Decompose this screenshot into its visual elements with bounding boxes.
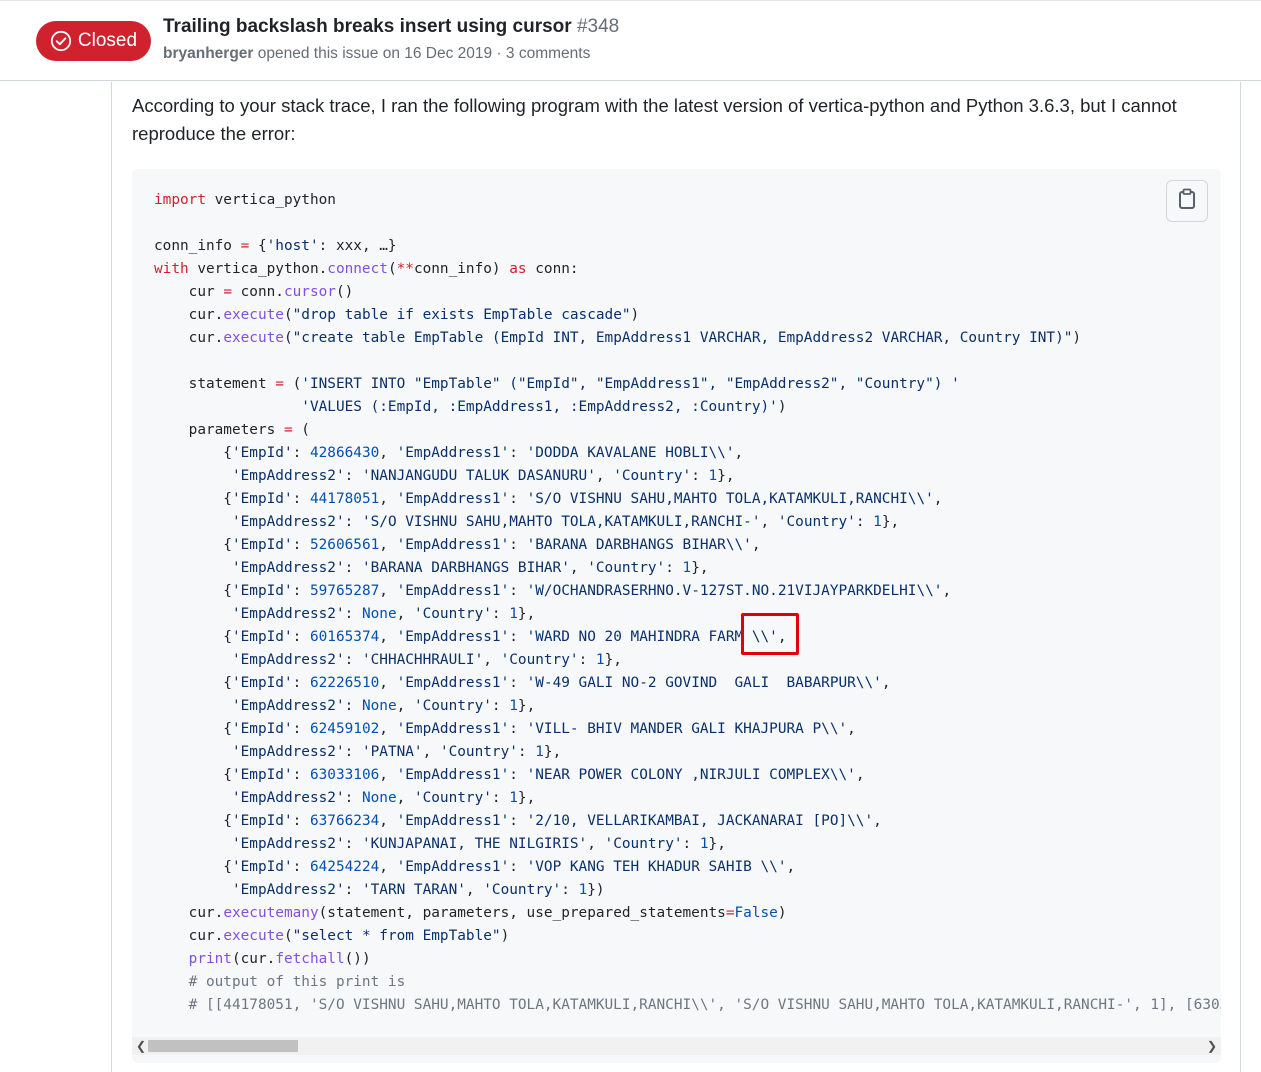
comment-body-text: According to your stack trace, I ran the… bbox=[132, 95, 1177, 144]
code-line: {'EmpId': 62459102, 'EmpAddress1': 'VILL… bbox=[154, 721, 856, 737]
code-line: 'EmpAddress2': 'CHHACHHRAULI', 'Country'… bbox=[231, 652, 622, 668]
code-line: {'EmpId': 64254224, 'EmpAddress1': 'VOP … bbox=[154, 859, 796, 875]
code-line: 'EmpAddress2': None, 'Country': 1}, bbox=[231, 698, 536, 714]
code-line: 'EmpAddress2': 'S/O VISHNU SAHU,MAHTO TO… bbox=[231, 514, 900, 530]
issue-state-label: Closed bbox=[77, 30, 138, 51]
code-line: import vertica_python bbox=[154, 192, 336, 208]
code-block: import vertica_python conn_info = {'host… bbox=[132, 169, 1221, 1063]
code-line: cur = conn.cursor() bbox=[154, 284, 354, 300]
code-line: 'EmpAddress2': 'NANJANGUDU TALUK DASANUR… bbox=[231, 468, 735, 484]
issue-title-row: Trailing backslash breaks insert using c… bbox=[163, 16, 619, 38]
code-line: 'EmpAddress2': 'TARN TARAN', 'Country': … bbox=[231, 882, 605, 898]
issue-meta: bryanherger opened this issue on 16 Dec … bbox=[163, 45, 590, 63]
code-line: with vertica_python.connect(**conn_info)… bbox=[154, 261, 579, 277]
code-line: 'EmpAddress2': None, 'Country': 1}, bbox=[231, 606, 536, 622]
code-scroll-area[interactable]: import vertica_python conn_info = {'host… bbox=[132, 169, 1221, 1039]
code-content: import vertica_python conn_info = {'host… bbox=[154, 189, 1221, 1017]
code-line: {'EmpId': 62226510, 'EmpAddress1': 'W-49… bbox=[154, 675, 891, 691]
code-line: 'EmpAddress2': 'BARANA DARBHANGS BIHAR',… bbox=[231, 560, 709, 576]
code-line: {'EmpId': 44178051, 'EmpAddress1': 'S/O … bbox=[154, 491, 943, 507]
code-line: cur.executemany(statement, parameters, u… bbox=[154, 905, 787, 921]
code-line: {'EmpId': 63766234, 'EmpAddress1': '2/10… bbox=[154, 813, 882, 829]
scroll-right-arrow-icon[interactable]: ❯ bbox=[1205, 1037, 1219, 1055]
scrollbar-thumb[interactable] bbox=[148, 1040, 298, 1052]
code-line: 'EmpAddress2': None, 'Country': 1}, bbox=[231, 790, 536, 806]
code-line: cur.execute("select * from EmpTable") bbox=[154, 928, 510, 944]
copy-code-button[interactable] bbox=[1166, 180, 1208, 222]
code-line: print(cur.fetchall()) bbox=[188, 951, 371, 967]
scroll-left-arrow-icon[interactable]: ❮ bbox=[134, 1037, 148, 1055]
issue-meta-text: opened this issue on 16 Dec 2019 · 3 com… bbox=[257, 45, 591, 62]
issue-number: #348 bbox=[576, 16, 620, 37]
issue-header: Closed Trailing backslash breaks insert … bbox=[0, 0, 1261, 81]
code-line: {'EmpId': 59765287, 'EmpAddress1': 'W/OC… bbox=[154, 583, 952, 599]
code-line: # output of this print is bbox=[154, 974, 406, 990]
code-line: 'EmpAddress2': 'KUNJAPANAI, THE NILGIRIS… bbox=[231, 836, 726, 852]
code-line: cur.execute("drop table if exists EmpTab… bbox=[154, 307, 640, 323]
code-line: {'EmpId': 52606561, 'EmpAddress1': 'BARA… bbox=[154, 537, 761, 553]
code-horizontal-scrollbar[interactable]: ❮ ❯ bbox=[132, 1037, 1221, 1055]
closed-circle-check-icon bbox=[50, 30, 72, 52]
issue-title: Trailing backslash breaks insert using c… bbox=[163, 16, 572, 37]
code-line: statement = ('INSERT INTO "EmpTable" ("E… bbox=[154, 376, 960, 392]
code-line: {'EmpId': 63033106, 'EmpAddress1': 'NEAR… bbox=[154, 767, 865, 783]
code-line: 'VALUES (:EmpId, :EmpAddress1, :EmpAddre… bbox=[301, 399, 787, 415]
code-line: # [[44178051, 'S/O VISHNU SAHU,MAHTO TOL… bbox=[188, 997, 1221, 1013]
code-line: {'EmpId': 60165374, 'EmpAddress1': 'WARD… bbox=[154, 629, 787, 645]
clipboard-copy-icon bbox=[1177, 188, 1197, 215]
issue-state-badge: Closed bbox=[36, 21, 151, 61]
highlight-annotation-box bbox=[741, 613, 799, 655]
code-line: 'EmpAddress2': 'PATNA', 'Country': 1}, bbox=[231, 744, 562, 760]
code-line: cur.execute("create table EmpTable (EmpI… bbox=[154, 330, 1082, 346]
code-line: conn_info = {'host': xxx, …} bbox=[154, 238, 397, 254]
code-line: {'EmpId': 42866430, 'EmpAddress1': 'DODD… bbox=[154, 445, 744, 461]
code-line: parameters = ( bbox=[154, 422, 310, 438]
issue-author-link[interactable]: bryanherger bbox=[163, 45, 253, 62]
